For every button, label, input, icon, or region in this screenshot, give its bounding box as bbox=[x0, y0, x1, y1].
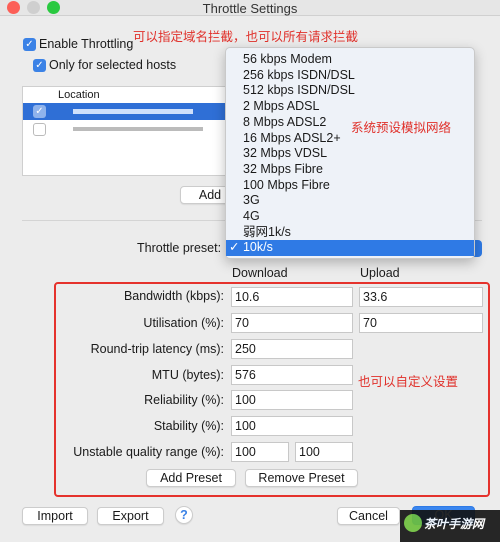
latency-input[interactable]: 250 bbox=[231, 339, 353, 359]
table-row[interactable]: ✓ bbox=[23, 103, 241, 120]
row-checkbox[interactable] bbox=[33, 123, 46, 136]
redacted-host bbox=[73, 109, 193, 114]
mtu-input[interactable]: 576 bbox=[231, 365, 353, 385]
preset-option[interactable]: 32 Mbps VDSL bbox=[243, 146, 327, 162]
stability-input[interactable]: 100 bbox=[231, 416, 353, 436]
throttle-preset-label: Throttle preset: bbox=[137, 241, 222, 255]
reliability-label: Reliability (%): bbox=[144, 393, 224, 407]
preset-option[interactable]: 512 kbps ISDN/DSL bbox=[243, 83, 355, 99]
annotation-custom: 也可以自定义设置 bbox=[358, 375, 459, 389]
watermark-logo: 茶叶手游网 bbox=[400, 510, 500, 542]
bandwidth-download-input[interactable]: 10.6 bbox=[231, 287, 353, 307]
preset-option[interactable]: 56 kbps Modem bbox=[243, 52, 332, 68]
latency-label: Round-trip latency (ms): bbox=[90, 342, 224, 356]
bandwidth-label: Bandwidth (kbps): bbox=[123, 289, 224, 303]
bandwidth-upload-input[interactable]: 33.6 bbox=[359, 287, 483, 307]
title-bar: Throttle Settings bbox=[0, 0, 500, 16]
selected-option-label: 10k/s bbox=[242, 240, 273, 255]
remove-preset-button[interactable]: Remove Preset bbox=[245, 469, 358, 487]
preset-option[interactable]: 2 Mbps ADSL bbox=[243, 99, 319, 115]
unstable-range-min-input[interactable]: 100 bbox=[231, 442, 289, 462]
only-selected-hosts-checkbox[interactable]: ✓ bbox=[33, 59, 46, 72]
mtu-label: MTU (bytes): bbox=[151, 368, 224, 382]
download-header: Download bbox=[232, 266, 288, 280]
cancel-button[interactable]: Cancel bbox=[337, 507, 400, 525]
table-row[interactable] bbox=[23, 121, 241, 138]
enable-throttling-checkbox[interactable]: ✓ bbox=[23, 38, 36, 51]
leaf-icon bbox=[404, 514, 422, 532]
annotation-domain: 可以指定域名拦截，也可以所有请求拦截 bbox=[133, 30, 359, 44]
window-title: Throttle Settings bbox=[202, 1, 298, 16]
redacted-host bbox=[73, 127, 203, 131]
preset-option[interactable]: 弱网1k/s bbox=[243, 225, 291, 241]
preset-option[interactable]: 3G bbox=[243, 193, 260, 209]
upload-header: Upload bbox=[360, 266, 400, 280]
preset-option[interactable]: 256 kbps ISDN/DSL bbox=[243, 68, 355, 84]
preset-option[interactable]: 4G bbox=[243, 209, 260, 225]
enable-throttling-label: Enable Throttling bbox=[39, 37, 134, 51]
annotation-presets: 系统预设模拟网络 bbox=[351, 121, 452, 135]
utilisation-download-input[interactable]: 70 bbox=[231, 313, 353, 333]
preset-option[interactable]: 32 Mbps Fibre bbox=[243, 162, 323, 178]
utilisation-upload-input[interactable]: 70 bbox=[359, 313, 483, 333]
reliability-input[interactable]: 100 bbox=[231, 390, 353, 410]
unstable-range-max-input[interactable]: 100 bbox=[295, 442, 353, 462]
preset-dropdown-menu: 56 kbps Modem 256 kbps ISDN/DSL 512 kbps… bbox=[225, 47, 475, 259]
help-button[interactable]: ? bbox=[175, 506, 193, 524]
preset-option[interactable]: 16 Mbps ADSL2+ bbox=[243, 131, 341, 147]
preset-option-selected[interactable]: ✓ 10k/s bbox=[226, 240, 474, 257]
watermark-text: 茶叶手游网 bbox=[424, 517, 485, 531]
add-preset-button[interactable]: Add Preset bbox=[146, 469, 236, 487]
preset-option[interactable]: 8 Mbps ADSL2 bbox=[243, 115, 326, 131]
column-header-location: Location bbox=[58, 89, 100, 101]
row-checkbox[interactable]: ✓ bbox=[33, 105, 46, 118]
export-button[interactable]: Export bbox=[97, 507, 164, 525]
stability-label: Stability (%): bbox=[153, 419, 224, 433]
utilisation-label: Utilisation (%): bbox=[143, 316, 224, 330]
checkmark-icon: ✓ bbox=[229, 240, 243, 255]
preset-option[interactable]: 100 Mbps Fibre bbox=[243, 178, 330, 194]
only-selected-hosts-label: Only for selected hosts bbox=[49, 58, 177, 72]
import-button[interactable]: Import bbox=[22, 507, 88, 525]
unstable-range-label: Unstable quality range (%): bbox=[73, 445, 224, 459]
hosts-table: Location ✓ bbox=[22, 86, 242, 176]
